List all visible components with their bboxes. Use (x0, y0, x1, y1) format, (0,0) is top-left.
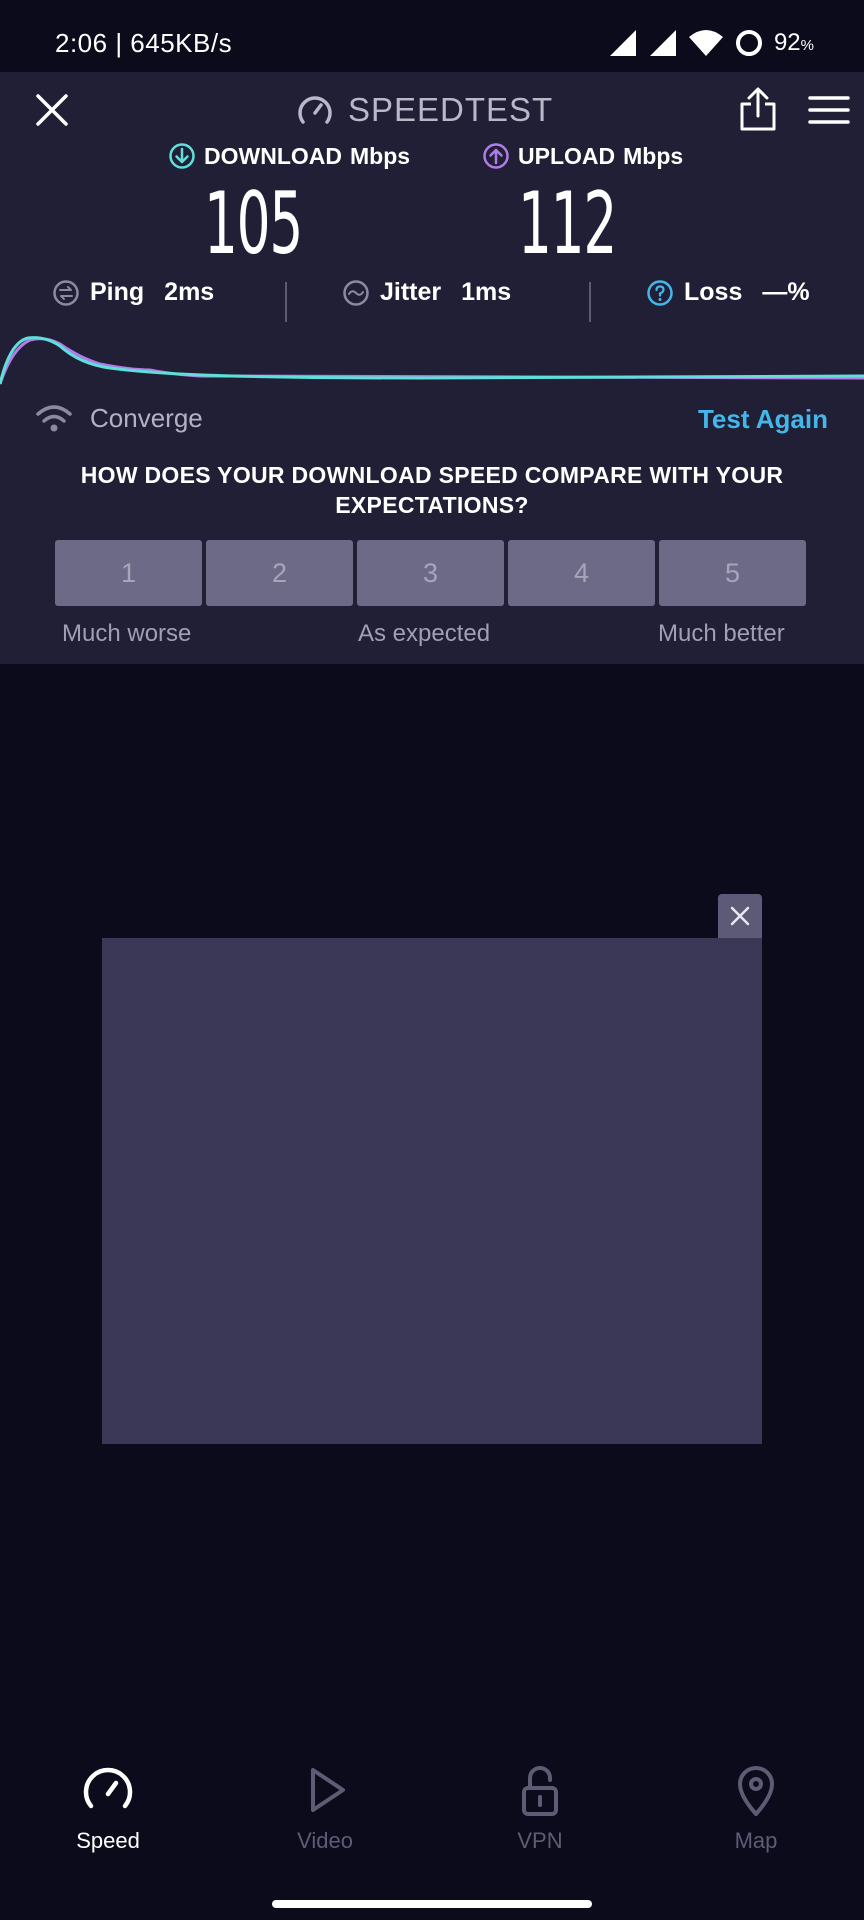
bottom-navigation: Speed Video VPN Map (0, 1762, 864, 1872)
download-trend-line (0, 336, 864, 385)
results-panel: SPEEDTEST DOWNLOAD Mbps 105 UPLOAD Mbps … (0, 72, 864, 664)
jitter-value: 1ms (461, 278, 512, 306)
rating-label-high: Much better (658, 620, 785, 647)
nav-speed[interactable]: Speed (28, 1762, 188, 1854)
ping-icon (53, 279, 79, 306)
nav-map-label: Map (734, 1828, 778, 1853)
nav-video-label: Video (297, 1828, 353, 1853)
download-value: 105 (204, 174, 303, 274)
stat-divider (285, 282, 287, 322)
jitter-icon (343, 279, 369, 306)
nav-vpn-label: VPN (517, 1828, 563, 1853)
battery-icon (735, 30, 762, 56)
rating-option-2[interactable]: 2 (206, 540, 353, 606)
download-header: DOWNLOAD Mbps (168, 142, 410, 170)
latency-stats: Ping 2ms Jitter 1ms Loss —% (0, 278, 864, 322)
rating-option-5[interactable]: 5 (659, 540, 806, 606)
jitter-label: Jitter (380, 278, 442, 306)
nav-video[interactable]: Video (245, 1762, 405, 1854)
nav-vpn[interactable]: VPN (460, 1762, 620, 1854)
ad-banner[interactable] (102, 938, 762, 1444)
loss-stat[interactable]: Loss —% (646, 278, 810, 307)
status-time: 2:06 | 645KB/s (55, 28, 233, 58)
upload-header: UPLOAD Mbps (482, 142, 683, 170)
upload-value: 112 (518, 174, 617, 274)
upload-label: UPLOAD (518, 142, 616, 169)
ad-close-button[interactable] (718, 894, 762, 938)
loss-label: Loss (684, 278, 743, 306)
loss-value: —% (762, 278, 810, 306)
download-arrow-icon (169, 143, 195, 169)
brand-logo: SPEEDTEST (296, 90, 553, 130)
speedometer-icon (298, 96, 332, 124)
upload-arrow-icon (483, 143, 509, 169)
play-icon (311, 1768, 345, 1812)
stat-divider (589, 282, 591, 322)
nav-map[interactable]: Map (676, 1762, 836, 1854)
rating-option-4[interactable]: 4 (508, 540, 655, 606)
close-icon[interactable] (728, 904, 752, 928)
isp-info: Converge (34, 402, 203, 434)
ping-stat: Ping 2ms (52, 278, 214, 307)
rating-option-1[interactable]: 1 (55, 540, 202, 606)
menu-icon[interactable] (808, 94, 850, 126)
map-pin-icon (738, 1766, 774, 1816)
download-label: DOWNLOAD (204, 142, 342, 169)
rating-question: HOW DOES YOUR DOWNLOAD SPEED COMPARE WIT… (80, 462, 784, 518)
jitter-stat: Jitter 1ms (342, 278, 511, 307)
speed-graph (0, 336, 864, 385)
wifi-icon (688, 30, 723, 56)
help-icon[interactable] (646, 279, 674, 307)
home-indicator[interactable] (272, 1900, 592, 1908)
status-icons: 92% (608, 28, 814, 58)
rating-label-low: Much worse (62, 620, 192, 647)
share-icon[interactable] (738, 86, 778, 132)
app-title: SPEEDTEST (348, 91, 554, 128)
rating-options: 1 2 3 4 5 (55, 540, 806, 606)
signal-icon (649, 30, 676, 56)
lock-icon (522, 1766, 558, 1816)
status-bar: 2:06 | 645KB/s 92% (0, 0, 864, 72)
speedometer-icon (83, 1767, 133, 1809)
nav-speed-label: Speed (76, 1828, 140, 1853)
test-again-button[interactable]: Test Again (698, 404, 828, 435)
close-icon[interactable] (32, 90, 72, 130)
wifi-icon (36, 405, 72, 432)
rating-option-3[interactable]: 3 (357, 540, 504, 606)
battery-level: 92% (773, 29, 814, 56)
signal-icon (609, 30, 636, 56)
download-unit: Mbps (349, 142, 411, 169)
ping-label: Ping (90, 278, 145, 306)
isp-name: Converge (90, 402, 203, 433)
upload-unit: Mbps (623, 142, 684, 169)
ping-value: 2ms (164, 278, 215, 306)
rating-label-mid: As expected (358, 620, 491, 647)
